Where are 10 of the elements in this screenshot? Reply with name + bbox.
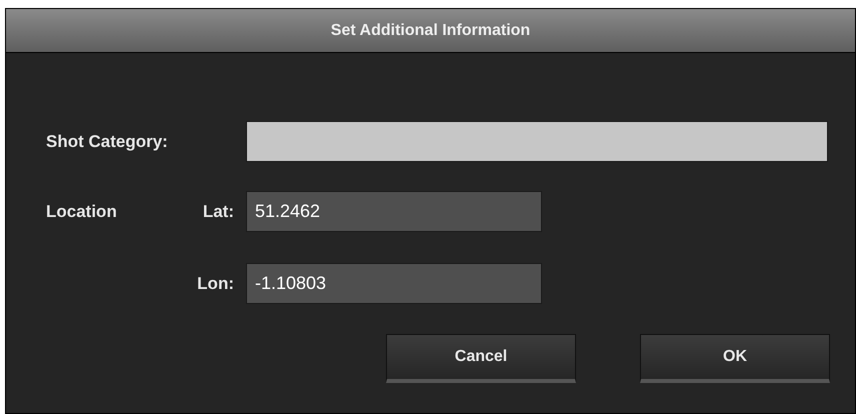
window-title: Set Additional Information (330, 20, 530, 40)
input-field[interactable] (246, 121, 828, 162)
field-label: Shot Category: (46, 130, 169, 153)
field-label: Lon: (196, 272, 235, 295)
field-label: Lat: (202, 200, 235, 223)
field-label: Location (46, 200, 118, 223)
dialog-button[interactable]: Cancel (386, 334, 576, 383)
input-field[interactable]: -1.10803 (246, 263, 542, 304)
dialog-button[interactable]: OK (640, 334, 830, 383)
input-field[interactable]: 51.2462 (246, 191, 542, 232)
